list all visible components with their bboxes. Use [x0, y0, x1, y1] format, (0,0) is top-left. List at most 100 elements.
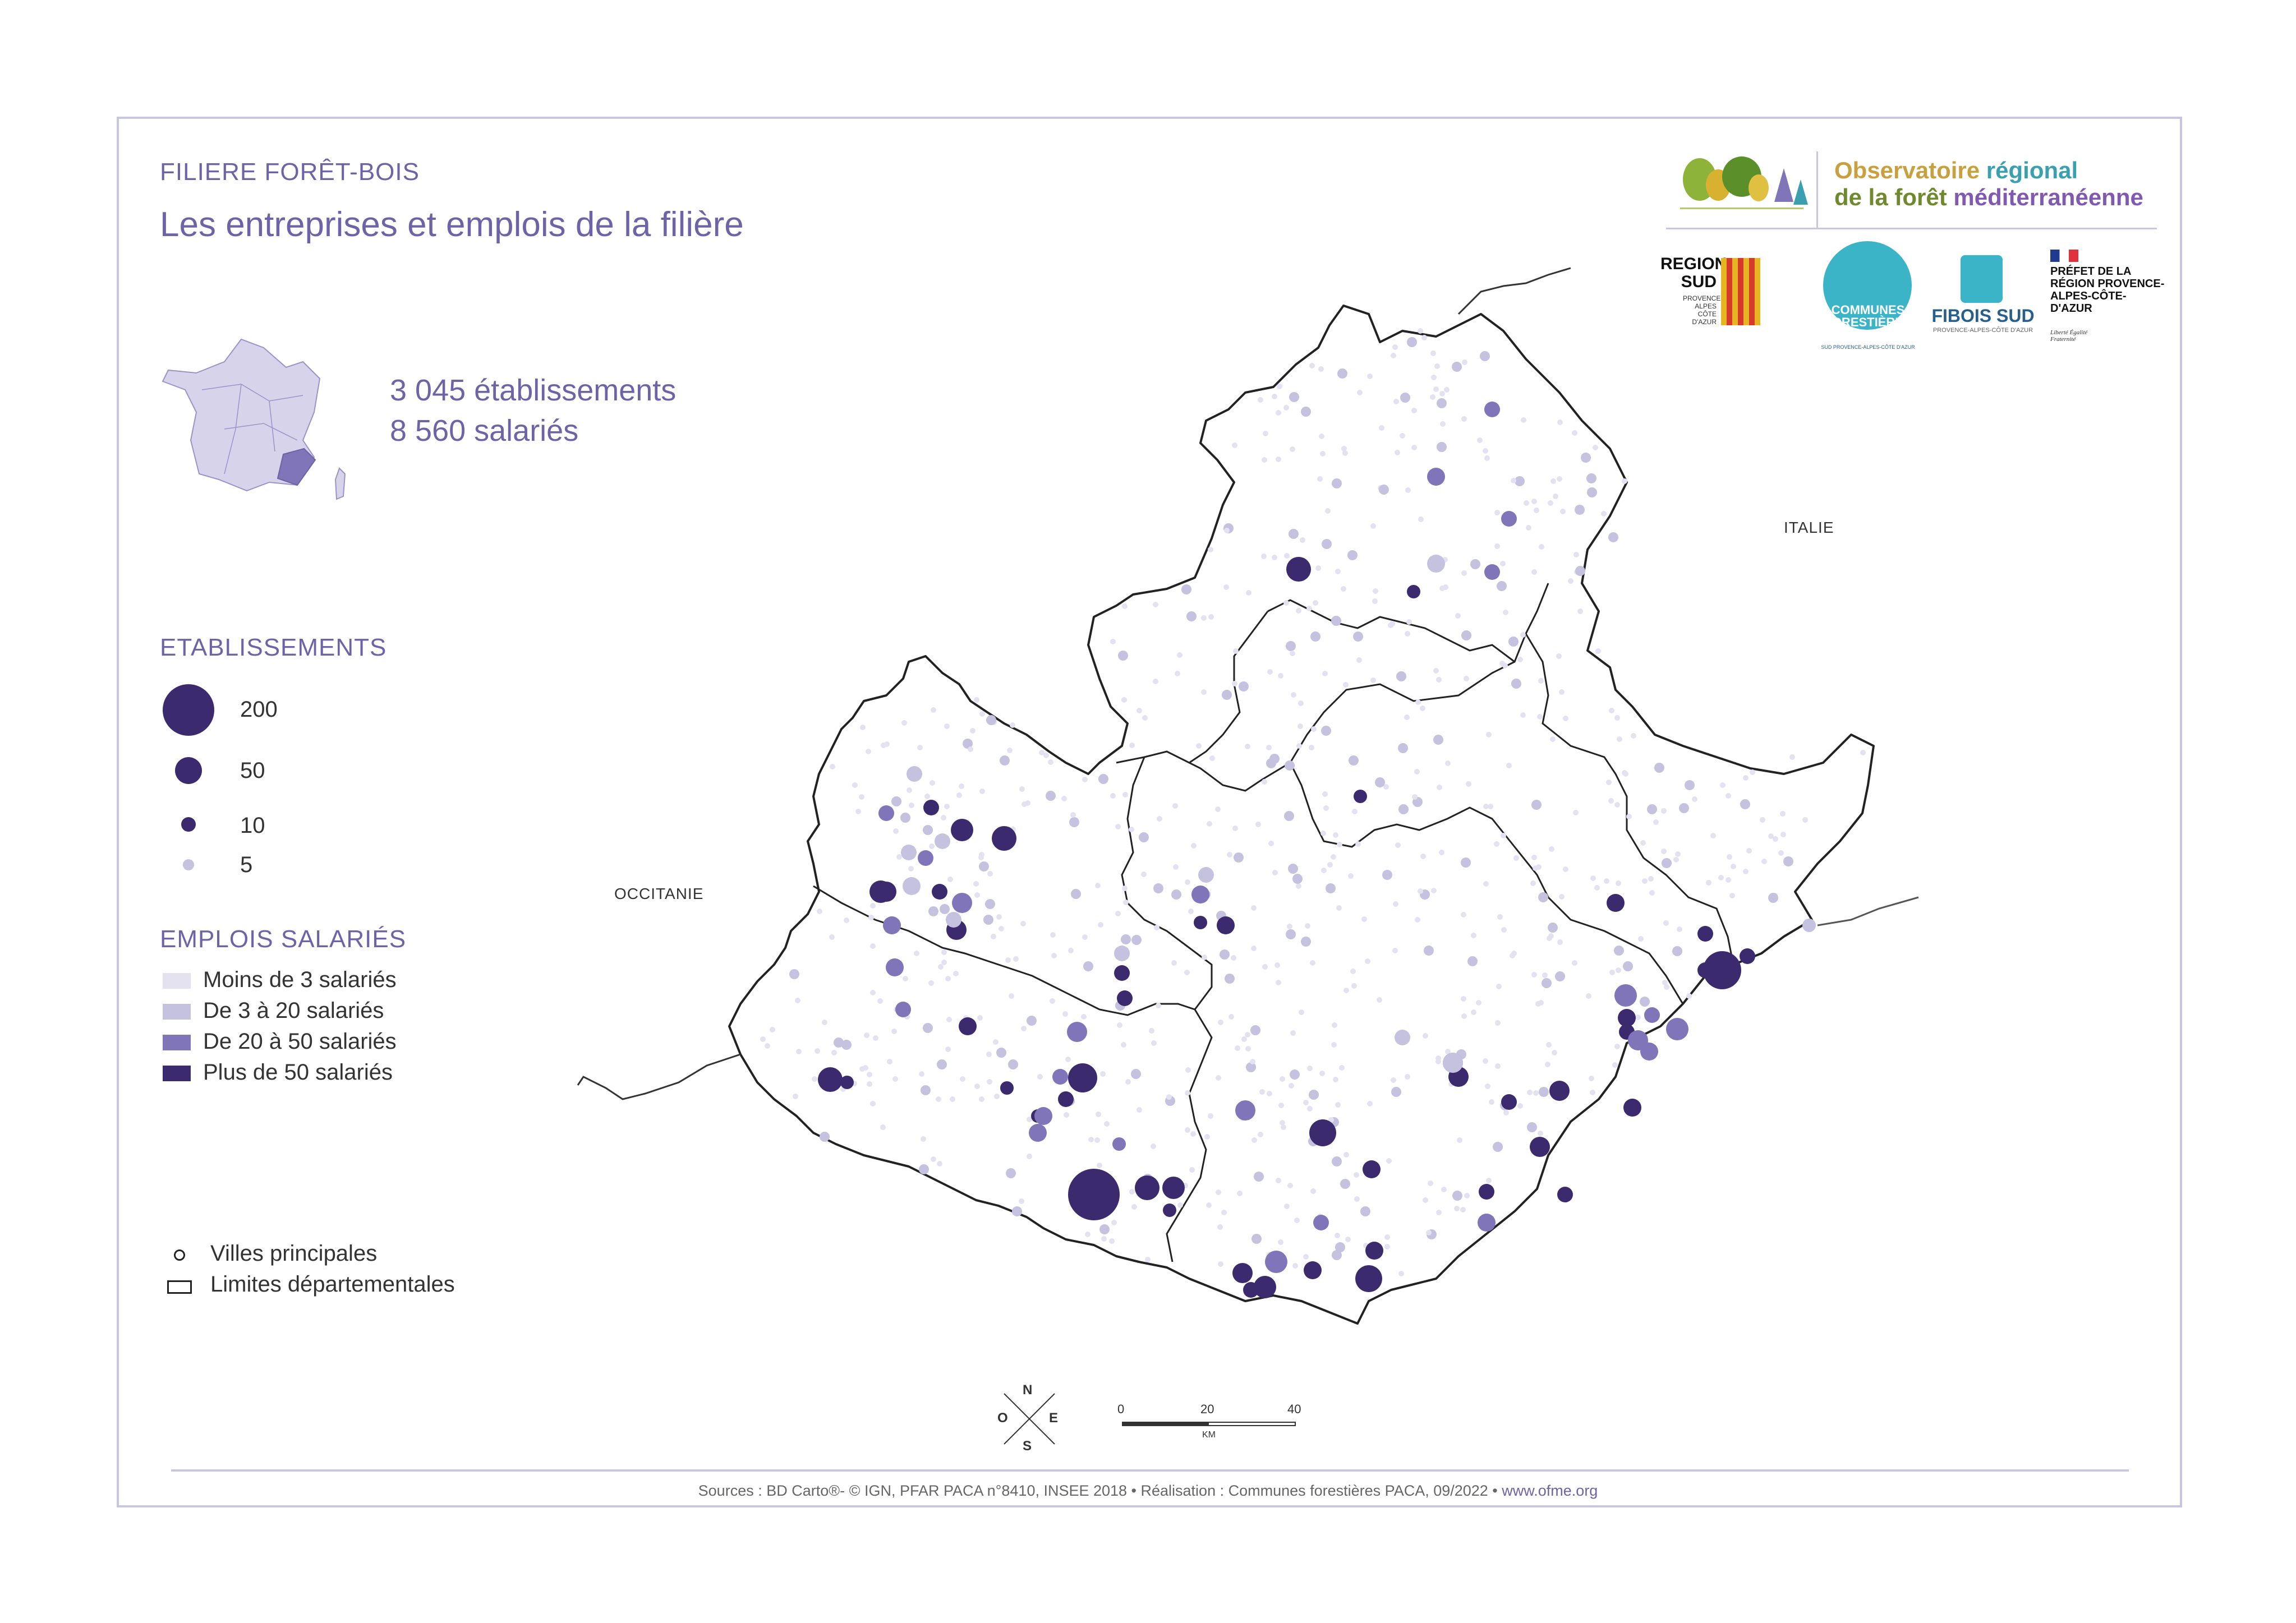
establishment-point	[1484, 402, 1500, 417]
commune-dot	[1232, 442, 1237, 448]
commune-dot	[1471, 933, 1476, 938]
scale-20: 20	[1200, 1402, 1214, 1416]
region-outline	[728, 305, 1875, 1325]
commune-dot	[1301, 937, 1311, 947]
commune-dot	[1531, 499, 1537, 504]
commune-dot	[1462, 359, 1467, 365]
establishment-point	[1501, 511, 1517, 527]
commune-dot	[1496, 984, 1502, 989]
commune-dot	[1357, 390, 1363, 395]
commune-dot	[859, 1066, 865, 1072]
commune-dot	[1290, 446, 1295, 452]
commune-dot	[1005, 957, 1011, 963]
commune-dot	[1000, 755, 1010, 766]
commune-dot	[919, 1071, 924, 1077]
commune-dot	[1083, 961, 1093, 971]
commune-dot	[947, 877, 953, 882]
commune-dot	[1208, 547, 1213, 552]
commune-dot	[1663, 920, 1669, 926]
commune-dot	[983, 915, 993, 925]
commune-dot	[1121, 1042, 1126, 1048]
commune-dot	[1559, 689, 1565, 695]
commune-dot	[1511, 951, 1517, 956]
commune-dot	[1115, 911, 1121, 916]
commune-dot	[1360, 1206, 1370, 1216]
commune-dot	[1405, 631, 1410, 637]
commune-dot	[1027, 1154, 1032, 1159]
commune-dot	[1520, 712, 1526, 718]
commune-dot	[841, 1040, 852, 1050]
commune-dot	[1220, 949, 1230, 960]
italy-border-east	[1817, 896, 1919, 926]
commune-dot	[1395, 842, 1401, 848]
commune-dot	[1511, 679, 1521, 689]
commune-dot	[831, 1050, 837, 1055]
commune-dot	[1343, 988, 1349, 993]
commune-dot	[1527, 1122, 1537, 1132]
commune-dot	[1594, 885, 1600, 891]
commune-dot	[1175, 671, 1180, 676]
commune-dot	[1433, 735, 1443, 745]
establishment-point	[1067, 1022, 1087, 1042]
sources-line: Sources : BD Carto®- © IGN, PFAR PACA n°…	[0, 1482, 2296, 1500]
commune-dot	[1115, 824, 1121, 829]
commune-dot	[1377, 997, 1382, 1003]
commune-dot	[1589, 1076, 1594, 1081]
commune-dot	[1614, 1044, 1620, 1049]
commune-dot	[907, 787, 912, 793]
commune-dot	[1110, 793, 1116, 799]
commune-dot	[1647, 804, 1657, 814]
commune-dot	[1007, 748, 1013, 753]
commune-dot	[1440, 421, 1446, 427]
establishment-point	[952, 893, 972, 913]
commune-dot	[1495, 1020, 1501, 1026]
establishment-point	[1162, 1177, 1185, 1199]
commune-dot	[1404, 714, 1410, 720]
establishment-point	[818, 1067, 843, 1092]
commune-dot	[945, 1046, 951, 1052]
commune-dot	[1391, 353, 1396, 358]
commune-dot	[1614, 802, 1620, 808]
commune-dot	[1096, 1112, 1101, 1117]
commune-dot	[1418, 517, 1424, 522]
commune-dot	[1216, 1189, 1221, 1195]
commune-dot	[1664, 984, 1669, 990]
commune-dot	[1218, 1261, 1223, 1267]
commune-dot	[1021, 1026, 1027, 1031]
establishment-point	[1501, 1094, 1517, 1110]
commune-dot	[1181, 584, 1191, 594]
commune-dot	[1299, 1009, 1304, 1015]
commune-dot	[1608, 532, 1618, 542]
commune-dot	[1208, 614, 1214, 620]
commune-dot	[944, 723, 950, 729]
commune-dot	[1303, 1100, 1309, 1105]
commune-dot	[1297, 723, 1303, 729]
commune-dot	[1332, 1156, 1342, 1166]
establishment-point	[903, 877, 921, 895]
commune-dot	[1284, 1204, 1290, 1209]
commune-dot	[1542, 978, 1552, 988]
commune-dot	[1355, 841, 1361, 847]
commune-dot	[1461, 630, 1471, 640]
ofme-link[interactable]: www.ofme.org	[1502, 1482, 1598, 1499]
commune-dot	[829, 934, 835, 940]
commune-dot	[891, 796, 901, 806]
commune-dot	[1563, 716, 1568, 721]
commune-dot	[979, 861, 989, 872]
commune-dot	[1154, 925, 1159, 930]
commune-dot	[928, 980, 934, 986]
commune-dot	[1497, 581, 1507, 591]
commune-dot	[1398, 804, 1409, 814]
commune-dot	[893, 828, 899, 834]
commune-dot	[1393, 901, 1398, 907]
commune-dot	[923, 1023, 933, 1033]
commune-dot	[1396, 671, 1406, 681]
scale-bar	[1122, 1422, 1296, 1426]
commune-dot	[1437, 398, 1447, 408]
commune-dot	[1531, 569, 1537, 575]
commune-dot	[929, 843, 935, 849]
commune-dot	[1321, 868, 1327, 873]
commune-dot	[1258, 397, 1263, 403]
commune-dot	[1125, 1079, 1131, 1085]
establishment-point	[1000, 1081, 1014, 1095]
